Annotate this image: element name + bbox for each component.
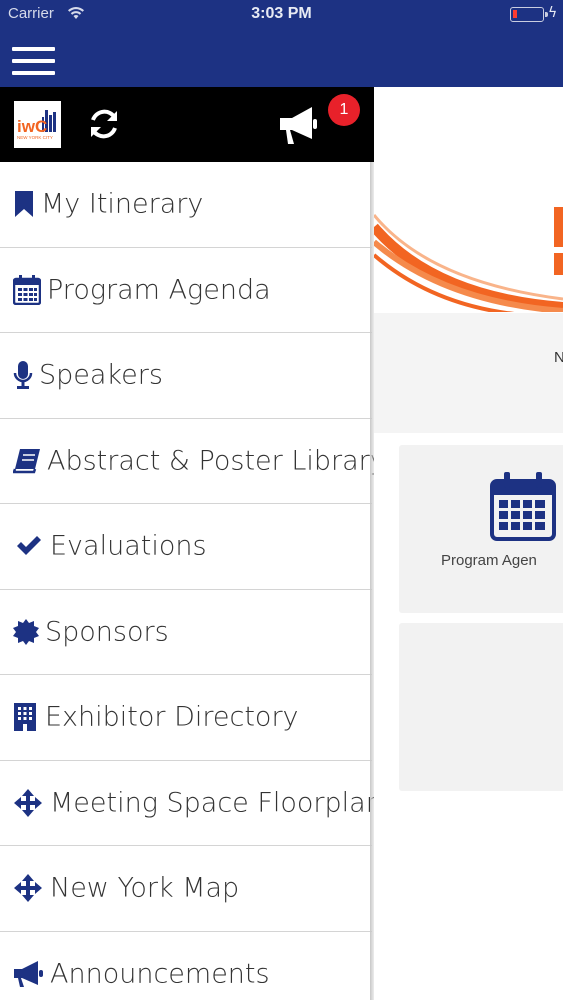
menu-item-my-itinerary[interactable]: My Itinerary <box>0 162 372 248</box>
app-logo[interactable]: iwC NEW YORK CITY <box>14 101 61 148</box>
move-arrows-icon <box>14 788 42 817</box>
microphone-icon <box>13 361 33 390</box>
menu-item-label: Meeting Space Floorplan <box>50 787 383 819</box>
menu-item-evaluations[interactable]: Evaluations <box>0 504 372 590</box>
notification-badge: 1 <box>328 94 360 126</box>
megaphone-icon[interactable] <box>276 102 320 146</box>
main-content: N Program Agen <box>374 87 563 1000</box>
menu-item-label: New York Map <box>50 872 240 904</box>
event-banner <box>374 207 563 312</box>
banner-swoosh-graphic <box>374 207 563 312</box>
checkmark-icon <box>17 536 41 556</box>
book-icon <box>13 448 40 473</box>
hamburger-icon[interactable] <box>12 47 55 75</box>
menu-item-label: Program Agenda <box>47 274 271 306</box>
tile-label: Program Agen <box>441 552 537 569</box>
info-text: N <box>554 349 563 366</box>
menu-item-label: My Itinerary <box>41 188 204 220</box>
megaphone-icon <box>14 960 43 987</box>
menu-item-sponsors[interactable]: Sponsors <box>0 590 372 675</box>
svg-text:NEW YORK CITY: NEW YORK CITY <box>17 135 53 140</box>
sync-icon[interactable] <box>86 106 122 142</box>
side-menu: My Itinerary Program Agenda Speakers Abs… <box>0 162 386 1000</box>
menu-item-abstract-poster-library[interactable]: Abstract & Poster Library <box>0 419 386 504</box>
building-icon <box>14 703 36 732</box>
status-bar: Carrier 3:03 PM ϟ <box>0 0 563 30</box>
calendar-icon <box>13 274 41 305</box>
menu-item-announcements[interactable]: Announcements <box>0 932 372 1000</box>
menu-item-label: Exhibitor Directory <box>45 701 299 733</box>
iwc-logo-icon: iwC NEW YORK CITY <box>14 101 61 148</box>
menu-item-meeting-space-floorplan[interactable]: Meeting Space Floorplan <box>0 761 383 846</box>
bookmark-icon <box>15 191 33 218</box>
battery-icon <box>510 7 548 22</box>
tile-empty[interactable] <box>399 623 563 791</box>
menu-item-exhibitor-directory[interactable]: Exhibitor Directory <box>0 675 372 761</box>
menu-item-new-york-map[interactable]: New York Map <box>0 846 372 932</box>
menu-item-program-agenda[interactable]: Program Agenda <box>0 248 372 333</box>
svg-text:iwC: iwC <box>17 117 47 136</box>
move-arrows-icon <box>14 874 42 903</box>
menu-item-label: Announcements <box>50 958 270 990</box>
nav-bar <box>0 30 563 87</box>
menu-item-label: Evaluations <box>50 530 207 562</box>
menu-item-label: Speakers <box>39 359 163 391</box>
certificate-icon <box>13 618 39 645</box>
info-panel: N <box>374 313 563 433</box>
menu-item-label: Abstract & Poster Library <box>47 445 386 477</box>
clock: 3:03 PM <box>251 5 312 22</box>
menu-item-speakers[interactable]: Speakers <box>0 333 372 419</box>
calendar-icon <box>490 472 556 541</box>
charging-icon: ϟ <box>548 5 558 21</box>
menu-item-label: Sponsors <box>45 616 169 648</box>
